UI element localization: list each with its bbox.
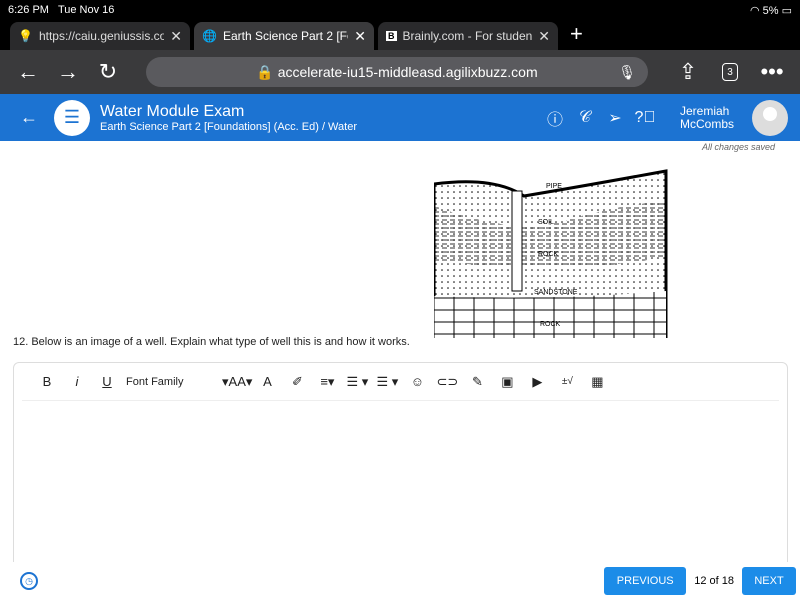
page-indicator: 12 of 18 — [694, 575, 734, 587]
video-icon[interactable]: ▶ — [522, 374, 552, 390]
next-button[interactable]: NEXT — [742, 567, 796, 595]
address-bar: ← → ↻ 🔒 accelerate-iu15-middleasd.agilix… — [0, 50, 800, 94]
info-icon[interactable]: ⓘ — [540, 106, 570, 130]
more-icon[interactable]: ••• — [752, 59, 792, 85]
page-title: Water Module Exam — [100, 102, 245, 120]
help-icon[interactable]: ?⃝ — [630, 109, 660, 127]
battery-icon: ▭ — [781, 4, 792, 17]
ear-icon[interactable]: 𝒞 — [570, 109, 600, 127]
wifi-icon: ◠ — [749, 4, 760, 17]
lock-icon: 🔒 — [256, 63, 278, 80]
question-text: 12. Below is an image of a well. Explain… — [13, 336, 410, 348]
math-icon[interactable]: ±√ — [552, 376, 582, 387]
italic-button[interactable]: i — [62, 374, 92, 389]
back-arrow-icon[interactable]: ← — [20, 107, 38, 128]
tab-count-button[interactable]: 3 — [722, 63, 738, 81]
link-icon[interactable]: ⊂⊃ — [432, 374, 462, 390]
app-header: ← ☰ Water Module Exam Earth Science Part … — [0, 94, 800, 141]
footer: ◷ PREVIOUS 12 of 18 NEXT — [0, 562, 800, 600]
ordered-list-icon[interactable]: ☰ ▾ — [342, 374, 372, 390]
image-icon[interactable]: ▣ — [492, 374, 522, 390]
answer-editor[interactable]: B i U Font Family ▾AA▾ A ✐ ≡▾ ☰ ▾ ☰ ▾ ☺ … — [13, 362, 788, 572]
label-soil: SOIL — [538, 219, 554, 226]
bulb-icon: 💡 — [18, 29, 33, 43]
table-icon[interactable]: ▦ — [582, 374, 612, 390]
breadcrumb: Earth Science Part 2 [Foundations] (Acc.… — [100, 120, 357, 133]
new-tab-button[interactable]: + — [562, 21, 591, 50]
label-rock: ROCK — [538, 251, 559, 258]
align-icon[interactable]: ≡▾ — [312, 374, 342, 390]
bold-button[interactable]: B — [32, 374, 62, 389]
tab-brainly[interactable]: B Brainly.com - For students ✕ — [378, 22, 558, 50]
emoji-icon[interactable]: ☺ — [402, 374, 432, 389]
exam-logo-icon: ☰ — [54, 99, 90, 136]
pencil-icon[interactable]: ✎ — [462, 374, 492, 390]
save-status: All changes saved — [701, 142, 775, 152]
date: Tue Nov 16 — [57, 4, 115, 16]
tab-bar: 💡 https://caiu.geniussis.com ✕ 🌐 Earth Scie… — [0, 20, 800, 50]
unordered-list-icon[interactable]: ☰ ▾ — [372, 374, 402, 390]
share-icon[interactable]: ⇪ — [668, 59, 708, 85]
mic-icon[interactable]: 🎙 — [618, 64, 636, 81]
globe-icon: 🌐 — [202, 29, 217, 43]
send-icon[interactable]: ➢ — [600, 108, 630, 128]
tab-geniussis[interactable]: 💡 https://caiu.geniussis.com ✕ — [10, 22, 190, 50]
user-name[interactable]: Jeremiah McCombs — [680, 104, 742, 131]
font-size-button[interactable]: ▾AA▾ — [222, 374, 252, 390]
forward-icon[interactable]: → — [48, 59, 88, 85]
clock-icon[interactable]: ◷ — [20, 572, 38, 590]
avatar[interactable] — [752, 99, 788, 136]
highlight-icon[interactable]: ✐ — [282, 374, 312, 390]
label-rock-bottom: ROCK — [540, 321, 561, 328]
reload-icon[interactable]: ↻ — [88, 59, 128, 85]
text-color-icon[interactable]: A — [252, 374, 282, 389]
previous-button[interactable]: PREVIOUS — [604, 567, 687, 595]
label-sandstone: SANDSTONE — [534, 289, 578, 296]
time: 6:26 PM — [8, 4, 49, 16]
underline-button[interactable]: U — [92, 374, 122, 389]
brainly-icon: B — [386, 31, 397, 41]
close-icon[interactable]: ✕ — [170, 28, 182, 45]
url-field[interactable]: 🔒 accelerate-iu15-middleasd.agilixbuzz.c… — [146, 57, 648, 87]
font-family-select[interactable]: Font Family — [122, 376, 222, 388]
well-diagram: PIPE SOIL ROCK SANDSTONE ROCK — [434, 169, 668, 338]
back-icon[interactable]: ← — [8, 59, 48, 85]
status-bar: 6:26 PM Tue Nov 16 ◠ 5% ▭ — [0, 0, 800, 20]
tab-earth-science[interactable]: 🌐Earth Science Part 2 [Foundations]✕ — [194, 22, 374, 50]
close-icon[interactable]: ✕ — [354, 28, 366, 45]
editor-toolbar: B i U Font Family ▾AA▾ A ✐ ≡▾ ☰ ▾ ☰ ▾ ☺ … — [22, 363, 779, 401]
close-icon[interactable]: ✕ — [538, 28, 550, 45]
battery: 5% — [762, 4, 779, 17]
label-pipe: PIPE — [546, 183, 562, 190]
